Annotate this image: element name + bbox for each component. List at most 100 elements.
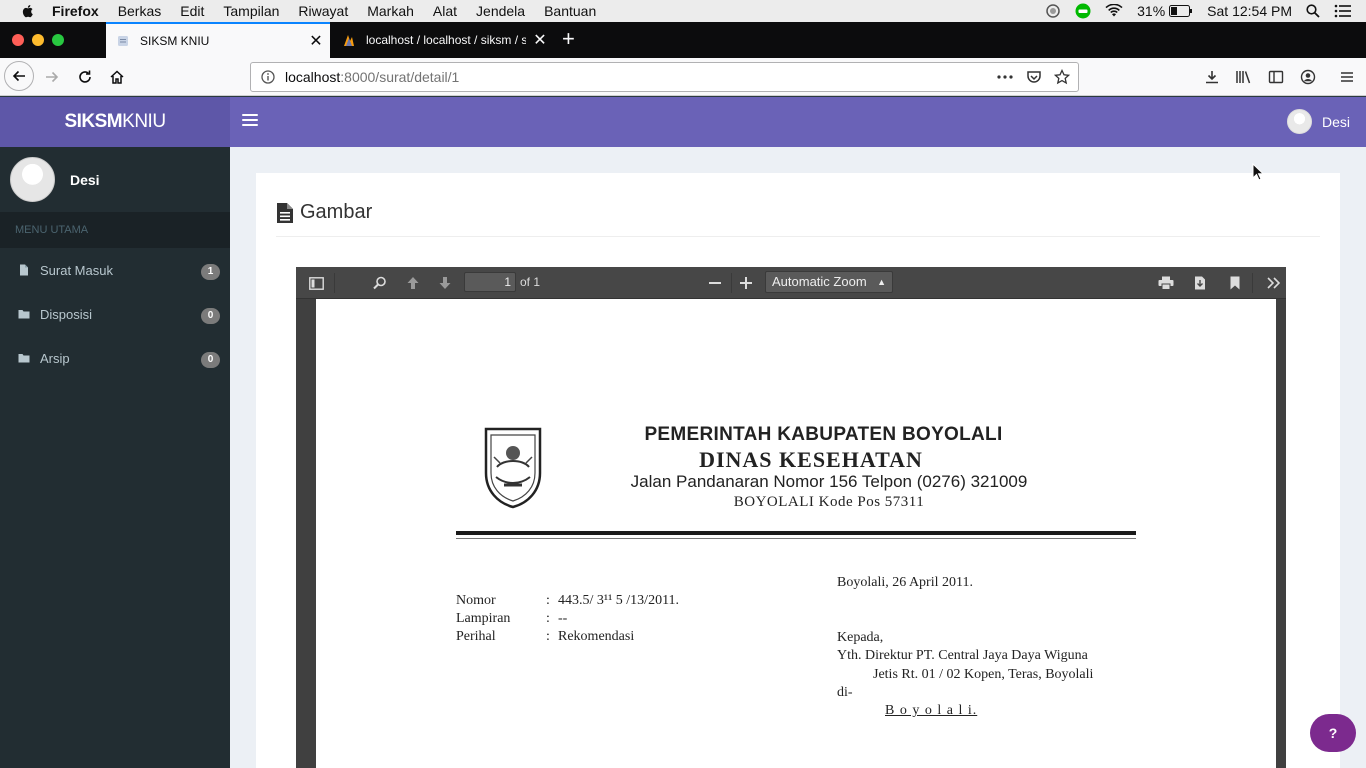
sidebar-user-name: Desi	[70, 171, 100, 188]
avatar	[10, 157, 55, 202]
folder-icon	[18, 310, 30, 319]
search-icon	[373, 276, 386, 290]
perihal-label: Perihal	[456, 629, 496, 644]
reload-button[interactable]	[71, 63, 99, 91]
pdf-page-number-input[interactable]: 1	[464, 272, 516, 292]
tab-phpmyadmin[interactable]: localhost / localhost / siksm / su ✕	[332, 22, 554, 58]
sidebar-item-arsip[interactable]: Arsip 0	[0, 336, 230, 380]
lampiran-label: Lampiran	[456, 611, 511, 626]
count-badge: 1	[201, 264, 220, 280]
battery-percent: 31%	[1137, 3, 1166, 19]
menu-bantuan[interactable]: Bantuan	[544, 3, 596, 19]
downloads-button[interactable]	[1198, 63, 1226, 91]
letter-recipient: Yth. Direktur PT. Central Jaya Daya Wigu…	[837, 648, 1088, 663]
minimize-window-button[interactable]	[32, 34, 44, 46]
plus-icon	[740, 277, 752, 289]
sidebar-item-label: Arsip	[40, 350, 70, 366]
pocket-icon[interactable]	[1026, 69, 1042, 85]
pdf-zoom-out-button[interactable]	[707, 275, 723, 291]
pdf-find-button[interactable]	[372, 275, 388, 291]
pdf-page: PEMERINTAH KABUPATEN BOYOLALI DINAS KESE…	[316, 299, 1276, 768]
perihal-value: Rekomendasi	[558, 629, 635, 644]
main-content: Gambar 1 of 1 Automatic Zoom ▲ PEMERINTA…	[230, 147, 1366, 768]
menu-app-name[interactable]: Firefox	[52, 3, 99, 19]
letterhead-government-text: PEMERINTAH KABUPATEN BOYOLALI	[644, 424, 1003, 445]
letterhead-agency: DINAS KESEHATAN	[316, 447, 1276, 473]
sidebar-item-disposisi[interactable]: Disposisi 0	[0, 292, 230, 336]
url-bar[interactable]: localhost:8000/surat/detail/1	[250, 62, 1079, 92]
letterhead-rule-thin	[456, 538, 1136, 539]
letter-di: di-	[837, 685, 853, 700]
back-button[interactable]	[4, 61, 34, 91]
sidebar-item-label: Surat Masuk	[40, 262, 113, 278]
letterhead-address-text: Jalan Pandanaran Nomor 156 Telpon (0276)…	[630, 472, 1028, 491]
close-tab-icon[interactable]: ✕	[302, 31, 330, 51]
close-window-button[interactable]	[12, 34, 24, 46]
header-user-name: Desi	[1321, 113, 1350, 130]
notification-center-icon[interactable]	[1334, 4, 1352, 18]
library-button[interactable]	[1230, 63, 1258, 91]
pdf-zoom-in-button[interactable]	[738, 275, 754, 291]
menu-riwayat[interactable]: Riwayat	[298, 3, 348, 19]
pdf-previous-page-button[interactable]	[405, 275, 421, 291]
menu-berkas[interactable]: Berkas	[118, 3, 162, 19]
battery-icon[interactable]	[1169, 5, 1193, 17]
print-icon	[1158, 276, 1174, 290]
pdf-print-button[interactable]	[1158, 275, 1174, 291]
sidebar-toggle-icon[interactable]	[242, 114, 258, 128]
line-app-icon[interactable]	[1075, 3, 1091, 19]
apple-icon[interactable]	[20, 3, 36, 19]
menu-alat[interactable]: Alat	[433, 3, 457, 19]
pdf-download-button[interactable]	[1192, 275, 1208, 291]
record-icon[interactable]	[1045, 3, 1061, 19]
double-chevron-right-icon	[1267, 277, 1281, 289]
avatar	[1286, 109, 1312, 134]
menu-markah[interactable]: Markah	[367, 3, 414, 19]
site-info-icon[interactable]	[261, 70, 275, 84]
pdf-zoom-select[interactable]: Automatic Zoom ▲▼	[765, 271, 893, 307]
window-controls	[12, 34, 72, 46]
home-button[interactable]	[103, 63, 131, 91]
account-button[interactable]	[1294, 63, 1322, 91]
sidebar-item-surat-masuk[interactable]: Surat Masuk 1	[0, 248, 230, 292]
sidebar-toggle-button[interactable]	[1262, 63, 1290, 91]
app-logo[interactable]: SIKSM KNIU	[0, 97, 230, 147]
minus-icon	[709, 282, 721, 284]
wifi-icon[interactable]	[1105, 4, 1123, 18]
pdf-bookmark-button[interactable]	[1227, 275, 1243, 291]
tab-siksm-kniu[interactable]: SIKSM KNIU ✕	[106, 22, 330, 58]
help-button[interactable]: ?	[1310, 714, 1356, 752]
menubar-clock[interactable]: Sat 12:54 PM	[1207, 3, 1292, 19]
menu-jendela[interactable]: Jendela	[476, 3, 525, 19]
spotlight-search-icon[interactable]	[1306, 4, 1320, 18]
pdf-sidebar-toggle[interactable]	[308, 275, 324, 291]
pdf-tools-button[interactable]	[1266, 275, 1282, 291]
app-menu-button[interactable]	[1333, 63, 1361, 91]
brand-bold: SIKSM	[64, 111, 123, 132]
forward-button[interactable]	[38, 63, 66, 91]
sidebar-item-label: Disposisi	[40, 306, 93, 322]
bookmark-star-icon[interactable]	[1054, 69, 1070, 85]
tab-title: SIKSM KNIU	[140, 34, 210, 48]
file-icon	[20, 264, 28, 276]
back-arrow-icon	[12, 70, 25, 82]
zoom-window-button[interactable]	[52, 34, 64, 46]
letter-city: B o y o l a l i.	[885, 703, 978, 718]
folder-icon	[18, 354, 30, 363]
sidebar-toggle-icon	[308, 276, 324, 290]
menu-tampilan[interactable]: Tampilan	[223, 3, 279, 19]
count-badge: 0	[201, 352, 220, 368]
pdf-viewer: 1 of 1 Automatic Zoom ▲▼	[296, 267, 1286, 768]
header-user-menu[interactable]: Desi	[1286, 109, 1350, 134]
letter-date: Boyolali, 26 April 2011.	[837, 575, 973, 590]
page-title-text: Gambar	[300, 201, 373, 223]
reload-icon	[79, 70, 91, 83]
lampiran-value: --	[558, 611, 568, 626]
pdf-next-page-button[interactable]	[437, 275, 453, 291]
page-actions-icon[interactable]	[996, 69, 1014, 85]
content-box: Gambar 1 of 1 Automatic Zoom ▲ PEMERINTA…	[256, 173, 1340, 768]
pdf-toolbar: 1 of 1 Automatic Zoom ▲▼	[296, 267, 1286, 307]
new-tab-button[interactable]: +	[562, 28, 575, 50]
close-tab-icon[interactable]: ✕	[526, 30, 554, 50]
menu-edit[interactable]: Edit	[180, 3, 204, 19]
